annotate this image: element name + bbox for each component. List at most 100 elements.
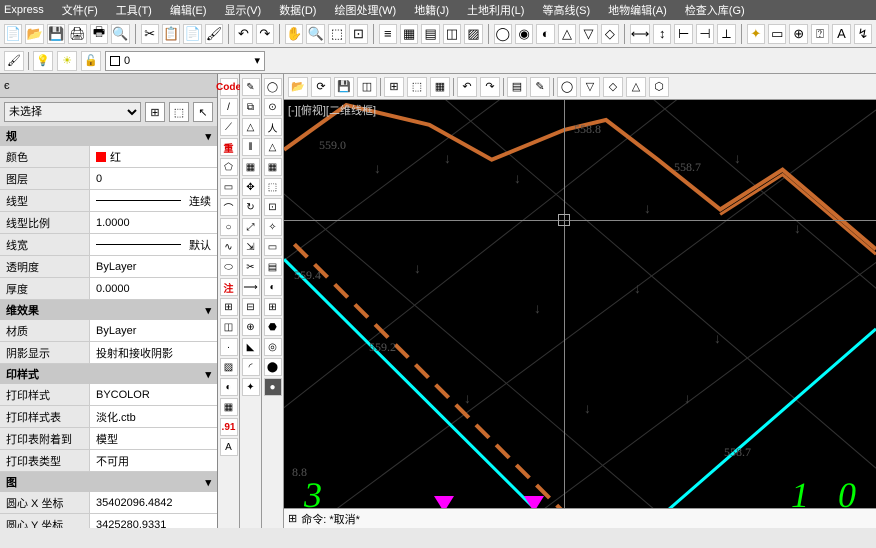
ct1-icon[interactable]: 📂: [288, 77, 308, 97]
text-tool[interactable]: A: [220, 438, 238, 456]
preview-icon[interactable]: 🔍: [111, 24, 129, 44]
tool4-icon[interactable]: △: [558, 24, 576, 44]
ct11-icon[interactable]: ▽: [580, 77, 600, 97]
rect-tool[interactable]: ▭: [220, 178, 238, 196]
tool1-icon[interactable]: ◯: [494, 24, 512, 44]
ct3-icon[interactable]: 💾: [334, 77, 354, 97]
command-line[interactable]: ⊞ 命令: *取消*: [284, 508, 876, 528]
mirror-tool[interactable]: △: [242, 118, 260, 136]
hatch-tool[interactable]: ▨: [220, 358, 238, 376]
ext3-icon[interactable]: ⊕: [789, 24, 807, 44]
e11-tool[interactable]: ◐: [264, 278, 282, 296]
zoom-icon[interactable]: 🔍: [306, 24, 324, 44]
quickselect-icon[interactable]: ⊞: [145, 102, 165, 122]
tool2-icon[interactable]: ◉: [515, 24, 533, 44]
tool5-icon[interactable]: ▽: [579, 24, 597, 44]
dim1-icon[interactable]: ⟷: [630, 24, 650, 44]
rotate-tool[interactable]: ↻: [242, 198, 260, 216]
ellipse-tool[interactable]: ⬭: [220, 258, 238, 276]
match-icon[interactable]: 🖌: [205, 24, 224, 44]
table-icon[interactable]: ▤: [421, 24, 439, 44]
menu-tool[interactable]: 工具(T): [116, 2, 152, 18]
section-plot[interactable]: 印样式▾: [0, 364, 217, 384]
menu-landuse[interactable]: 土地利用(L): [467, 2, 524, 18]
viewport[interactable]: [-][俯视][二维线框]: [284, 100, 876, 508]
paste-icon[interactable]: 📄: [183, 24, 201, 44]
ct-redo-icon[interactable]: ↷: [480, 77, 500, 97]
e15-tool[interactable]: ⬤: [264, 358, 282, 376]
hatch-icon[interactable]: ▨: [464, 24, 482, 44]
ct-undo-icon[interactable]: ↶: [457, 77, 477, 97]
prop-ptable-value[interactable]: 淡化.ctb: [90, 406, 217, 427]
menu-edit[interactable]: 编辑(E): [170, 2, 207, 18]
circle-tool[interactable]: ○: [220, 218, 238, 236]
new-icon[interactable]: 📄: [4, 24, 22, 44]
e16-tool[interactable]: ●: [264, 378, 282, 396]
dim5-icon[interactable]: ⟂: [717, 24, 735, 44]
stretch-tool[interactable]: ⇲: [242, 238, 260, 256]
erase-tool[interactable]: ✎: [242, 78, 260, 96]
saveas-icon[interactable]: 🖨: [68, 24, 87, 44]
prop-pattach-value[interactable]: 模型: [90, 428, 217, 449]
zhu-tool[interactable]: 注: [220, 278, 238, 296]
layers-icon[interactable]: ≡: [379, 24, 397, 44]
zoomext-icon[interactable]: ⊡: [349, 24, 367, 44]
ext4-icon[interactable]: ⍰: [811, 24, 829, 44]
prop-lweight-value[interactable]: 默认: [90, 234, 217, 255]
spline-tool[interactable]: ∿: [220, 238, 238, 256]
e1-tool[interactable]: ◯: [264, 78, 282, 96]
section-3d[interactable]: 维效果▾: [0, 300, 217, 320]
scale-tool[interactable]: ⤢: [242, 218, 260, 236]
select-icon[interactable]: ↖: [193, 102, 213, 122]
ct14-icon[interactable]: ⬡: [649, 77, 669, 97]
layer-combo[interactable]: 0 ▾: [105, 51, 265, 71]
explode-tool[interactable]: ✦: [242, 378, 260, 396]
prop-ptype-value[interactable]: 不可用: [90, 450, 217, 471]
open-icon[interactable]: 📂: [25, 24, 43, 44]
prop-cx-value[interactable]: 35402096.4842: [90, 492, 217, 513]
tool6-icon[interactable]: ◇: [601, 24, 619, 44]
ct10-icon[interactable]: ◯: [557, 77, 577, 97]
menu-cadastre[interactable]: 地籍(J): [414, 2, 449, 18]
fillet-tool[interactable]: ◜: [242, 358, 260, 376]
menu-view[interactable]: 显示(V): [225, 2, 262, 18]
prop-material-value[interactable]: ByLayer: [90, 320, 217, 341]
prop-layer-value[interactable]: 0: [90, 168, 217, 189]
e10-tool[interactable]: ▤: [264, 258, 282, 276]
cut-icon[interactable]: ✂: [141, 24, 159, 44]
chong-tool[interactable]: 重: [220, 138, 238, 156]
zoomwin-icon[interactable]: ⬚: [328, 24, 346, 44]
pline-tool[interactable]: ⟋: [220, 118, 238, 136]
num-tool[interactable]: .91: [220, 418, 238, 436]
bulb-icon[interactable]: 💡: [33, 51, 53, 71]
menu-data[interactable]: 数据(D): [279, 2, 316, 18]
region-tool[interactable]: ◐: [220, 378, 238, 396]
offset-tool[interactable]: ⫴: [242, 138, 260, 156]
selection-combo[interactable]: 未选择: [4, 102, 141, 122]
section-view[interactable]: 图▾: [0, 472, 217, 492]
dim2-icon[interactable]: ↕: [653, 24, 671, 44]
ct2-icon[interactable]: ⟳: [311, 77, 331, 97]
array-tool[interactable]: ▦: [242, 158, 260, 176]
prop-thick-value[interactable]: 0.0000: [90, 278, 217, 299]
e5-tool[interactable]: ▦: [264, 158, 282, 176]
menu-file[interactable]: 文件(F): [62, 2, 98, 18]
dim4-icon[interactable]: ⊣: [696, 24, 714, 44]
freeze-icon[interactable]: ☀: [57, 51, 77, 71]
ext6-icon[interactable]: ↯: [854, 24, 872, 44]
e6-tool[interactable]: ⬚: [264, 178, 282, 196]
prop-cy-value[interactable]: 3425280.9331: [90, 514, 217, 528]
prop-color-value[interactable]: 红: [90, 146, 217, 167]
table-tool[interactable]: ▦: [220, 398, 238, 416]
plot-icon[interactable]: 🖶: [90, 24, 108, 44]
ct7-icon[interactable]: ▦: [430, 77, 450, 97]
e13-tool[interactable]: ⬣: [264, 318, 282, 336]
menu-checkin[interactable]: 检查入库(G): [685, 2, 745, 18]
e4-tool[interactable]: △: [264, 138, 282, 156]
ext2-icon[interactable]: ▭: [768, 24, 786, 44]
trim-tool[interactable]: ✂: [242, 258, 260, 276]
undo-icon[interactable]: ↶: [234, 24, 252, 44]
copy-tool[interactable]: ⧉: [242, 98, 260, 116]
ct13-icon[interactable]: △: [626, 77, 646, 97]
section-general[interactable]: 规▾: [0, 126, 217, 146]
